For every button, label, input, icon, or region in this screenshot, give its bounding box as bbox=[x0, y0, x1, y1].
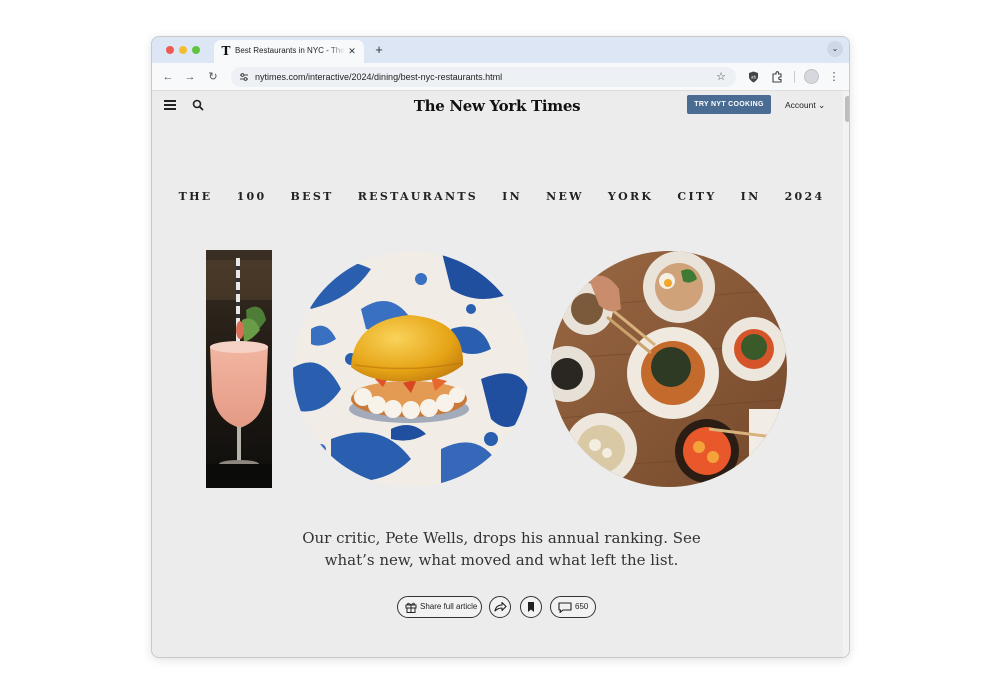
tab-close-icon[interactable]: ✕ bbox=[346, 44, 358, 58]
url-text[interactable]: nytimes.com/interactive/2024/dining/best… bbox=[255, 71, 502, 83]
bookmark-icon bbox=[528, 602, 534, 612]
share-button[interactable] bbox=[489, 596, 511, 618]
nyt-logo[interactable]: The New York Times bbox=[352, 96, 642, 116]
account-menu[interactable]: Account ⌄ bbox=[785, 98, 825, 112]
svg-text:ab: ab bbox=[751, 75, 756, 80]
minimize-window-button[interactable] bbox=[179, 46, 187, 54]
shared-plates-image bbox=[549, 249, 789, 489]
nyt-favicon-icon: T bbox=[221, 44, 231, 58]
browser-toolbar: ← → ↻ nytimes.com/interactive/2024/dinin… bbox=[152, 63, 849, 91]
extension-shield-icon[interactable]: ab bbox=[745, 69, 761, 85]
browser-tab[interactable]: T Best Restaurants in NYC - The New York… bbox=[214, 40, 364, 63]
scrollbar-thumb[interactable] bbox=[845, 96, 849, 122]
page-title: THE 100 BEST RESTAURANTS IN NEW YORK CIT… bbox=[178, 190, 825, 203]
forward-button[interactable]: → bbox=[182, 69, 198, 85]
menu-icon[interactable] bbox=[164, 100, 176, 110]
new-tab-button[interactable]: + bbox=[371, 41, 387, 59]
article-dek-line-2: what’s new, what moved and what left the… bbox=[324, 551, 679, 569]
browser-menu-icon[interactable]: ⋮ bbox=[828, 69, 840, 85]
back-button[interactable]: ← bbox=[160, 69, 176, 85]
page-content: The New York Times TRY NYT COOKING Accou… bbox=[152, 91, 849, 657]
reload-button[interactable]: ↻ bbox=[205, 69, 221, 85]
cocktail-image bbox=[206, 250, 272, 488]
tab-search-button[interactable]: ⌄ bbox=[827, 41, 843, 57]
try-nyt-cooking-button[interactable]: TRY NYT COOKING bbox=[687, 95, 771, 114]
share-full-article-button[interactable]: Share full article bbox=[397, 596, 482, 618]
save-button[interactable] bbox=[520, 596, 542, 618]
page-scrollbar[interactable] bbox=[843, 91, 849, 657]
profile-avatar-icon[interactable] bbox=[804, 69, 819, 84]
extensions-puzzle-icon[interactable] bbox=[769, 69, 785, 85]
title-bar: T Best Restaurants in NYC - The New York… bbox=[152, 37, 849, 63]
comments-button[interactable]: 650 bbox=[550, 596, 596, 618]
toolbar-divider bbox=[794, 71, 795, 83]
dessert-plate-image bbox=[291, 249, 531, 489]
comment-bubble-icon bbox=[558, 602, 572, 613]
bookmark-star-icon[interactable]: ☆ bbox=[714, 70, 728, 84]
article-dek: Our critic, Pete Wells, drops his annual… bbox=[152, 527, 849, 571]
article-dek-line-1: Our critic, Pete Wells, drops his annual… bbox=[302, 529, 701, 547]
close-window-button[interactable] bbox=[166, 46, 174, 54]
share-full-article-label: Share full article bbox=[420, 602, 478, 611]
search-icon[interactable] bbox=[192, 99, 204, 111]
tab-title: Best Restaurants in NYC - The New York T… bbox=[235, 46, 345, 55]
address-bar[interactable]: nytimes.com/interactive/2024/dining/best… bbox=[231, 67, 736, 87]
site-info-icon[interactable] bbox=[237, 70, 251, 84]
gift-icon bbox=[405, 602, 417, 613]
share-arrow-icon bbox=[494, 601, 507, 612]
comments-count: 650 bbox=[575, 602, 589, 611]
browser-window: T Best Restaurants in NYC - The New York… bbox=[151, 36, 850, 658]
maximize-window-button[interactable] bbox=[192, 46, 200, 54]
